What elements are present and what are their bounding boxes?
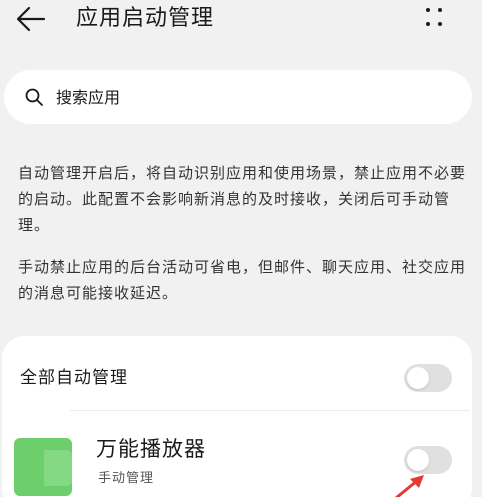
app-status: 手动管理	[98, 471, 155, 486]
arrow-left-icon[interactable]	[14, 4, 48, 34]
search-icon	[24, 87, 44, 107]
description-manual-management: 手动禁止应用的后台活动可省电，但邮件、聊天应用、社交应用的消息可能接收延迟。	[18, 258, 467, 302]
search-input[interactable]	[56, 84, 436, 110]
app-name: 万能播放器	[96, 437, 206, 461]
all-auto-manage-toggle[interactable]	[404, 364, 452, 392]
toggle-knob	[407, 367, 429, 389]
app-list-card: 全部自动管理 万能播放器 手动管理	[2, 336, 472, 497]
page-title: 应用启动管理	[76, 6, 215, 31]
more-dots-icon[interactable]	[424, 6, 444, 30]
divider	[70, 410, 470, 411]
search-box[interactable]	[4, 70, 472, 124]
top-app-bar: 应用启动管理	[0, 0, 482, 44]
annotation-arrow-icon	[388, 474, 428, 497]
app-icon	[14, 438, 72, 496]
description-auto-management: 自动管理开启后，将自动识别应用和使用场景，禁止应用不必要的启动。此配置不会影响新…	[18, 164, 467, 234]
app-auto-manage-toggle[interactable]	[404, 446, 452, 474]
toggle-knob	[407, 449, 429, 471]
all-auto-manage-label: 全部自动管理	[20, 368, 128, 388]
